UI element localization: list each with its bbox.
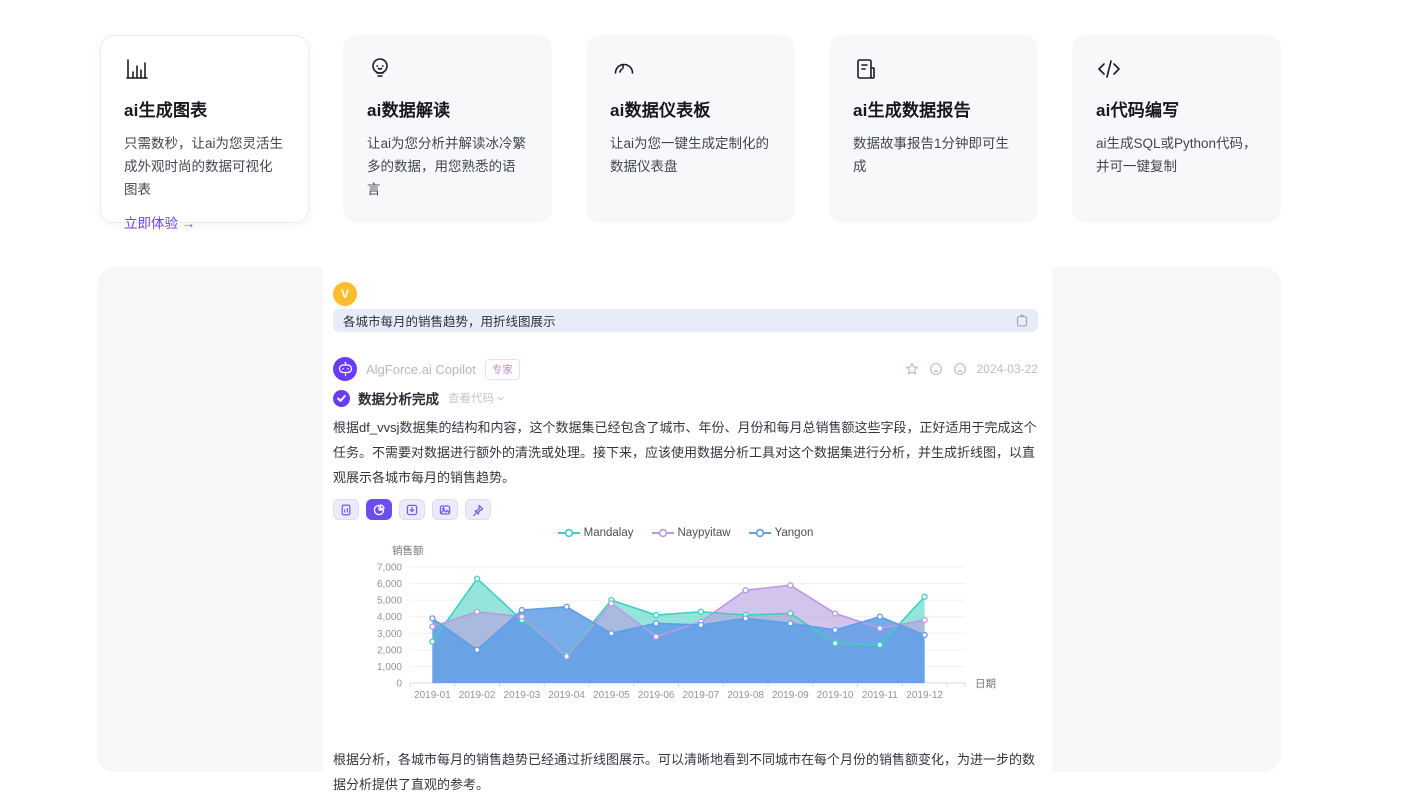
svg-text:2019-12: 2019-12	[906, 690, 943, 701]
view-code-link[interactable]: 查看代码	[448, 390, 504, 406]
card-title: ai数据解读	[367, 96, 528, 121]
legend-label: Yangon	[775, 527, 814, 539]
card-ai-interpret[interactable]: ai数据解读 让ai为您分析并解读冰冷繁多的数据，用您熟悉的语言	[343, 35, 552, 223]
card-title: ai生成数据报告	[853, 96, 1014, 121]
expert-badge: 专家	[485, 359, 520, 380]
svg-text:1,000: 1,000	[377, 662, 402, 673]
card-desc: ai生成SQL或Python代码，并可一键复制	[1096, 132, 1257, 178]
svg-text:2019-02: 2019-02	[459, 690, 496, 701]
chart-legend: Mandalay Naypyitaw Yangon	[333, 527, 1038, 539]
svg-text:3,000: 3,000	[377, 629, 402, 640]
card-ai-report[interactable]: ai生成数据报告 数据故事报告1分钟即可生成	[829, 35, 1038, 223]
card-desc: 数据故事报告1分钟即可生成	[853, 132, 1014, 178]
code-icon	[1096, 56, 1257, 83]
bar-chart-icon	[124, 56, 285, 83]
card-title: ai数据仪表板	[610, 96, 771, 121]
legend-item-yangon[interactable]: Yangon	[749, 527, 814, 539]
download-icon[interactable]	[399, 499, 425, 520]
card-desc: 让ai为您一键生成定制化的数据仪表盘	[610, 132, 771, 178]
legend-label: Naypyitaw	[678, 527, 731, 539]
pie-chart-icon[interactable]	[366, 499, 392, 520]
svg-text:2019-10: 2019-10	[817, 690, 854, 701]
closing-paragraph: 根据分析，各城市每月的销售趋势已经通过折线图展示。可以清晰地看到不同城市在每个月…	[333, 747, 1038, 797]
message-date: 2024-03-22	[977, 362, 1038, 376]
svg-text:2019-04: 2019-04	[548, 690, 585, 701]
svg-text:6,000: 6,000	[377, 579, 402, 590]
user-message-text: 各城市每月的销售趋势，用折线图展示	[343, 311, 1016, 330]
legend-label: Mandalay	[584, 527, 634, 539]
svg-text:2019-01: 2019-01	[414, 690, 451, 701]
tools-row	[333, 499, 1038, 520]
card-desc: 只需数秒，让ai为您灵活生成外观时尚的数据可视化图表	[124, 132, 285, 201]
gauge-icon	[610, 56, 771, 83]
svg-text:销售额: 销售额	[392, 544, 424, 557]
analysis-status-row: 数据分析完成 查看代码	[333, 388, 1038, 408]
svg-text:2019-07: 2019-07	[683, 690, 720, 701]
check-circle-icon	[333, 390, 350, 407]
analysis-paragraph: 根据df_vvsj数据集的结构和内容，这个数据集已经包含了城市、年份、月份和每月…	[333, 415, 1038, 490]
svg-text:7,000: 7,000	[377, 563, 402, 574]
svg-text:2019-11: 2019-11	[862, 690, 898, 701]
svg-text:2019-09: 2019-09	[772, 690, 809, 701]
image-icon[interactable]	[432, 499, 458, 520]
svg-text:2019-03: 2019-03	[504, 690, 541, 701]
bulb-icon	[367, 56, 528, 83]
card-title: ai代码编写	[1096, 96, 1257, 121]
svg-text:0: 0	[396, 679, 402, 690]
view-code-label: 查看代码	[448, 390, 494, 406]
card-desc: 让ai为您分析并解读冰冷繁多的数据，用您熟悉的语言	[367, 132, 528, 201]
star-icon[interactable]	[905, 362, 919, 376]
status-text: 数据分析完成	[358, 388, 439, 408]
card-ai-dashboard[interactable]: ai数据仪表板 让ai为您一键生成定制化的数据仪表盘	[586, 35, 795, 223]
legend-item-mandalay[interactable]: Mandalay	[558, 527, 634, 539]
legend-marker-icon	[749, 528, 771, 538]
user-avatar: V	[333, 282, 357, 306]
user-message-bubble: 各城市每月的销售趋势，用折线图展示	[333, 309, 1038, 332]
card-ai-code[interactable]: ai代码编写 ai生成SQL或Python代码，并可一键复制	[1072, 35, 1281, 223]
chat-demo-panel: V 各城市每月的销售趋势，用折线图展示 A	[97, 267, 1281, 772]
sales-trend-chart: 0 1,000 2,000 3,000 4,000 5,000 6,000 7,000 销售额 2…	[333, 541, 1033, 703]
svg-text:2019-06: 2019-06	[638, 690, 675, 701]
feature-cards-row: ai生成图表 只需数秒，让ai为您灵活生成外观时尚的数据可视化图表 立即体验 →…	[100, 35, 1281, 223]
svg-text:2019-08: 2019-08	[727, 690, 764, 701]
pin-icon[interactable]	[465, 499, 491, 520]
try-now-link[interactable]: 立即体验 →	[124, 212, 285, 232]
bot-name: AlgForce.ai Copilot	[366, 362, 476, 377]
legend-marker-icon	[558, 528, 580, 538]
svg-text:日期: 日期	[975, 678, 996, 690]
doc-icon[interactable]	[333, 499, 359, 520]
legend-marker-icon	[652, 528, 674, 538]
frown-icon[interactable]	[953, 362, 967, 376]
svg-text:4,000: 4,000	[377, 612, 402, 623]
bot-avatar-robot-icon	[333, 357, 357, 381]
chevron-down-icon	[497, 396, 504, 401]
card-ai-chart[interactable]: ai生成图表 只需数秒，让ai为您灵活生成外观时尚的数据可视化图表 立即体验 →	[100, 35, 309, 223]
report-icon	[853, 56, 1014, 83]
copy-icon[interactable]	[1016, 314, 1028, 327]
svg-text:5,000: 5,000	[377, 596, 402, 607]
legend-item-naypyitaw[interactable]: Naypyitaw	[652, 527, 731, 539]
card-title: ai生成图表	[124, 96, 285, 121]
svg-text:2,000: 2,000	[377, 645, 402, 656]
smiley-icon[interactable]	[929, 362, 943, 376]
svg-text:2019-05: 2019-05	[593, 690, 630, 701]
chat-card: V 各城市每月的销售趋势，用折线图展示 A	[323, 267, 1052, 772]
bot-header: AlgForce.ai Copilot 专家 2024-03-22	[333, 357, 1038, 381]
